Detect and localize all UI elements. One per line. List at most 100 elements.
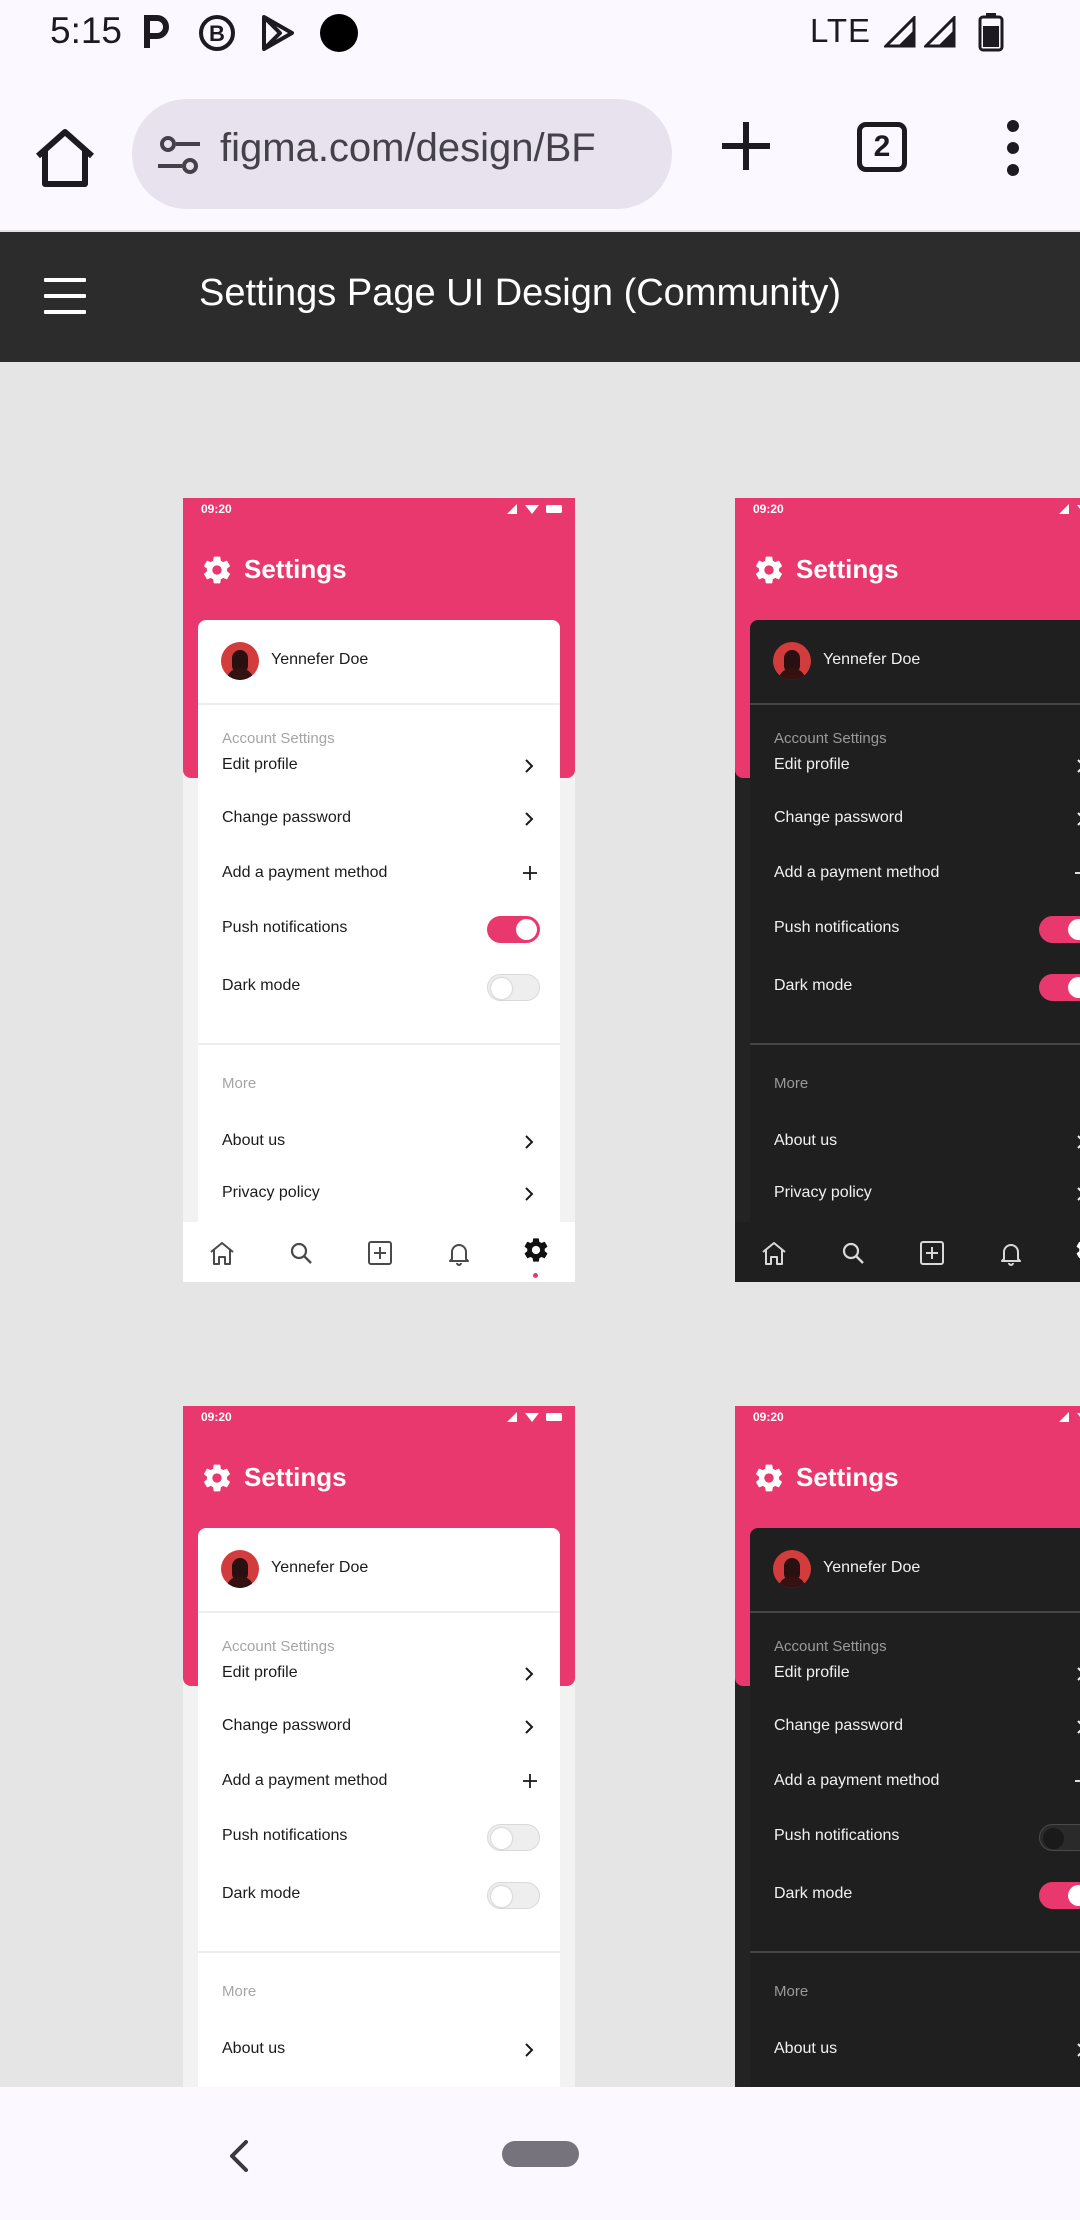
dark-mode-toggle[interactable] (487, 1882, 540, 1909)
url-text[interactable]: figma.com/design/BF (220, 126, 596, 171)
address-bar[interactable]: figma.com/design/BF (132, 99, 672, 209)
add-post-icon[interactable] (366, 1239, 394, 1267)
push-notifications-row-label: Push notifications (774, 919, 900, 936)
change-password-row-label: Change password (774, 1717, 903, 1734)
settings-title: Settings (244, 1462, 347, 1492)
push-notifications-toggle[interactable] (487, 1824, 540, 1851)
settings-frame-light[interactable]: 09:20 Settings Yennefer Doe Account Sett… (183, 498, 575, 1282)
account-settings-heading: Account Settings (774, 730, 887, 747)
add-payment-row-label: Add a payment method (774, 1772, 940, 1789)
add-post-icon[interactable] (918, 1239, 946, 1267)
change-password-row[interactable]: Change password (222, 804, 540, 834)
avatar (773, 1550, 811, 1588)
file-title: Settings Page UI Design (Community) (199, 272, 842, 314)
about-us-row[interactable]: About us (222, 1127, 540, 1157)
chevron-right-icon[interactable] (1076, 812, 1080, 826)
push-notifications-row-label: Push notifications (774, 1827, 900, 1844)
change-password-row[interactable]: Change password (774, 804, 1080, 834)
figma-header: Settings Page UI Design (Community) (0, 232, 1080, 362)
home-gesture-pill[interactable] (502, 2141, 579, 2167)
edit-profile-row[interactable]: Edit profile (774, 751, 1080, 781)
about-us-row[interactable]: About us (774, 2035, 1080, 2065)
chevron-right-icon[interactable] (1076, 759, 1080, 773)
about-us-row[interactable]: About us (222, 2035, 540, 2065)
plus-icon[interactable] (1074, 1773, 1080, 1789)
design-canvas[interactable]: 09:20 Settings Yennefer Doe Account Sett… (0, 362, 1080, 2087)
add-payment-row[interactable]: Add a payment method (774, 1767, 1080, 1797)
change-password-row[interactable]: Change password (774, 1712, 1080, 1742)
push-notifications-row-label: Push notifications (222, 1827, 348, 1844)
chevron-right-icon[interactable] (1076, 1187, 1080, 1201)
edit-profile-row-label: Edit profile (222, 756, 298, 773)
push-notifications-row[interactable]: Push notifications (222, 1822, 540, 1852)
settings-frame-light[interactable]: 09:20 Settings Yennefer Doe Account Sett… (183, 1406, 575, 2087)
gear-icon (524, 1238, 548, 1262)
home-icon[interactable] (208, 1239, 236, 1267)
edit-profile-row[interactable]: Edit profile (222, 751, 540, 781)
back-chevron-icon[interactable] (226, 2139, 252, 2173)
add-payment-row-label: Add a payment method (774, 864, 940, 881)
chevron-right-icon[interactable] (1076, 1667, 1080, 1681)
about-us-row[interactable]: About us (774, 1127, 1080, 1157)
chevron-right-icon[interactable] (524, 1135, 534, 1149)
profile-row[interactable]: Yennefer Doe (750, 1528, 1080, 1611)
push-notifications-toggle[interactable] (1039, 916, 1080, 943)
search-icon[interactable] (287, 1239, 315, 1267)
push-notifications-toggle[interactable] (487, 916, 540, 943)
edit-profile-row-label: Edit profile (774, 1664, 850, 1681)
dark-mode-row[interactable]: Dark mode (222, 1880, 540, 1910)
push-notifications-row[interactable]: Push notifications (774, 914, 1080, 944)
push-notifications-row[interactable]: Push notifications (774, 1822, 1080, 1852)
more-vert-icon[interactable] (1000, 118, 1026, 178)
home-icon[interactable] (760, 1239, 788, 1267)
plus-icon[interactable] (522, 1773, 538, 1789)
chevron-right-icon[interactable] (524, 759, 534, 773)
profile-row[interactable]: Yennefer Doe (750, 620, 1080, 703)
hamburger-menu-icon[interactable] (44, 278, 86, 314)
settings-nav-icon[interactable] (1074, 1236, 1080, 1264)
plus-icon[interactable] (522, 865, 538, 881)
tabs-icon[interactable]: 2 (857, 122, 907, 172)
privacy-policy-row[interactable]: Privacy policy (774, 1179, 1080, 1209)
settings-nav-icon[interactable] (522, 1236, 550, 1264)
dark-mode-row[interactable]: Dark mode (222, 972, 540, 1002)
settings-card: Yennefer Doe Account Settings Edit profi… (198, 620, 560, 1282)
privacy-policy-row[interactable]: Privacy policy (222, 1179, 540, 1209)
tune-icon[interactable] (156, 132, 202, 178)
chevron-right-icon[interactable] (524, 1667, 534, 1681)
frame-status-time: 09:20 (201, 502, 232, 516)
add-payment-row[interactable]: Add a payment method (774, 859, 1080, 889)
dark-mode-toggle[interactable] (1039, 1882, 1080, 1909)
change-password-row[interactable]: Change password (222, 1712, 540, 1742)
dark-mode-row[interactable]: Dark mode (774, 1880, 1080, 1910)
gear-icon (1076, 1241, 1080, 1259)
chevron-right-icon[interactable] (1076, 2043, 1080, 2057)
dark-mode-row[interactable]: Dark mode (774, 972, 1080, 1002)
dark-mode-toggle[interactable] (1039, 974, 1080, 1001)
plus-icon[interactable] (718, 118, 774, 174)
chevron-right-icon[interactable] (524, 2043, 534, 2057)
profile-row[interactable]: Yennefer Doe (198, 1528, 560, 1611)
chevron-right-icon[interactable] (1076, 1720, 1080, 1734)
bell-icon[interactable] (997, 1239, 1025, 1267)
edit-profile-row[interactable]: Edit profile (222, 1659, 540, 1689)
frame-status-icons (507, 504, 562, 514)
about-us-row-label: About us (222, 2040, 286, 2057)
add-payment-row[interactable]: Add a payment method (222, 1767, 540, 1797)
push-notifications-row[interactable]: Push notifications (222, 914, 540, 944)
chevron-right-icon[interactable] (1076, 1135, 1080, 1149)
home-icon[interactable] (30, 124, 100, 194)
dark-mode-toggle[interactable] (487, 974, 540, 1001)
edit-profile-row[interactable]: Edit profile (774, 1659, 1080, 1689)
search-icon[interactable] (839, 1239, 867, 1267)
settings-frame-dark[interactable]: 09:20 Settings Yennefer Doe Account Sett… (735, 498, 1080, 1282)
chevron-right-icon[interactable] (524, 812, 534, 826)
chevron-right-icon[interactable] (524, 1720, 534, 1734)
profile-row[interactable]: Yennefer Doe (198, 620, 560, 703)
settings-frame-dark[interactable]: 09:20 Settings Yennefer Doe Account Sett… (735, 1406, 1080, 2087)
chevron-right-icon[interactable] (524, 1187, 534, 1201)
plus-icon[interactable] (1074, 865, 1080, 881)
push-notifications-toggle[interactable] (1039, 1824, 1080, 1851)
bell-icon[interactable] (445, 1239, 473, 1267)
add-payment-row[interactable]: Add a payment method (222, 859, 540, 889)
